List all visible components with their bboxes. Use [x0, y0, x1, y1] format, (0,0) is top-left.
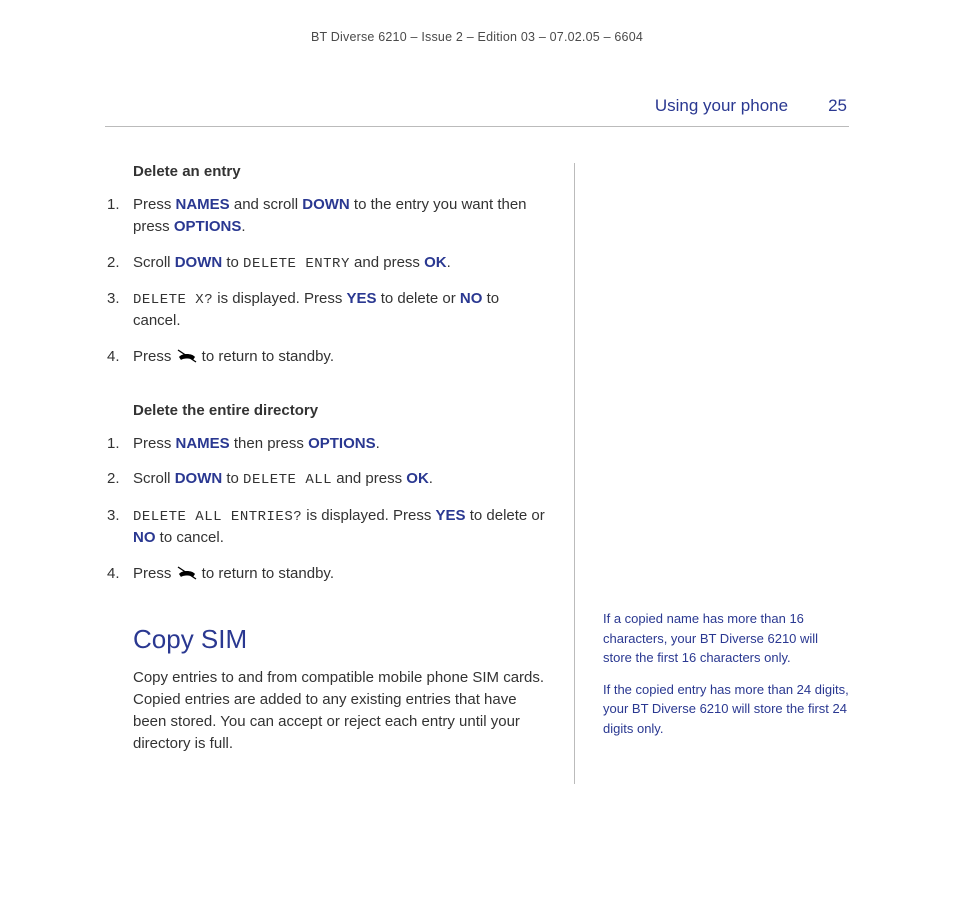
heading-delete-entry: Delete an entry	[133, 163, 546, 180]
main-column: Delete an entry Press NAMES and scroll D…	[105, 163, 575, 784]
keyword-down: DOWN	[302, 196, 350, 213]
section-header: Using your phone 25	[105, 96, 849, 127]
step-text: is displayed. Press	[302, 507, 435, 524]
content-columns: Delete an entry Press NAMES and scroll D…	[105, 163, 849, 784]
steps-delete-directory: Press NAMES then press OPTIONS. Scroll D…	[105, 433, 546, 585]
steps-delete-entry: Press NAMES and scroll DOWN to the entry…	[105, 194, 546, 368]
keyword-yes: YES	[436, 507, 466, 524]
step-item: Press NAMES then press OPTIONS.	[105, 433, 546, 455]
copy-sim-body: Copy entries to and from compatible mobi…	[133, 667, 546, 754]
keyword-no: NO	[133, 529, 156, 546]
lcd-text: DELETE ALL ENTRIES?	[133, 509, 302, 525]
section-title: Using your phone	[655, 96, 788, 116]
step-item: DELETE X? is displayed. Press YES to del…	[105, 288, 546, 332]
keyword-yes: YES	[347, 290, 377, 307]
heading-delete-directory: Delete the entire directory	[133, 402, 546, 419]
step-text: and scroll	[230, 196, 303, 213]
step-text: and press	[332, 470, 406, 487]
sidenote: If the copied entry has more than 24 dig…	[603, 680, 849, 739]
keyword-options: OPTIONS	[308, 435, 376, 452]
keyword-down: DOWN	[175, 470, 223, 487]
keyword-options: OPTIONS	[174, 218, 242, 235]
step-text: .	[241, 218, 245, 235]
keyword-names: NAMES	[176, 196, 230, 213]
step-item: Press to return to standby.	[105, 346, 546, 368]
step-item: Scroll DOWN to DELETE ENTRY and press OK…	[105, 252, 546, 274]
keyword-names: NAMES	[176, 435, 230, 452]
step-text: is displayed. Press	[213, 290, 346, 307]
lcd-text: DELETE ENTRY	[243, 256, 350, 272]
step-text: Press	[133, 348, 176, 365]
spacer	[603, 163, 849, 609]
step-text: to delete or	[466, 507, 545, 524]
manual-page: BT Diverse 6210 – Issue 2 – Edition 03 –…	[0, 0, 954, 784]
step-text: to	[222, 254, 243, 271]
sidenote: If a copied name has more than 16 charac…	[603, 609, 849, 668]
lcd-text: DELETE X?	[133, 292, 213, 308]
document-header: BT Diverse 6210 – Issue 2 – Edition 03 –…	[105, 30, 849, 44]
step-item: Press NAMES and scroll DOWN to the entry…	[105, 194, 546, 238]
step-text: Press	[133, 435, 176, 452]
step-text: .	[447, 254, 451, 271]
step-item: Press to return to standby.	[105, 563, 546, 585]
step-text: Scroll	[133, 470, 175, 487]
step-text: to return to standby.	[198, 348, 334, 365]
heading-copy-sim: Copy SIM	[133, 624, 546, 655]
keyword-down: DOWN	[175, 254, 223, 271]
step-text: to	[222, 470, 243, 487]
keyword-no: NO	[460, 290, 483, 307]
phone-hangup-icon	[176, 348, 198, 364]
keyword-ok: OK	[424, 254, 447, 271]
step-text: Press	[133, 196, 176, 213]
page-number: 25	[828, 96, 847, 116]
step-text: to delete or	[377, 290, 460, 307]
step-item: DELETE ALL ENTRIES? is displayed. Press …	[105, 505, 546, 549]
phone-hangup-icon	[176, 565, 198, 581]
lcd-text: DELETE ALL	[243, 472, 332, 488]
step-text: then press	[230, 435, 308, 452]
step-text: Scroll	[133, 254, 175, 271]
side-column: If a copied name has more than 16 charac…	[575, 163, 849, 784]
keyword-ok: OK	[406, 470, 429, 487]
step-text: to cancel.	[156, 529, 224, 546]
step-text: to return to standby.	[198, 565, 334, 582]
step-item: Scroll DOWN to DELETE ALL and press OK.	[105, 468, 546, 490]
step-text: and press	[350, 254, 424, 271]
step-text: Press	[133, 565, 176, 582]
step-text: .	[429, 470, 433, 487]
step-text: .	[376, 435, 380, 452]
